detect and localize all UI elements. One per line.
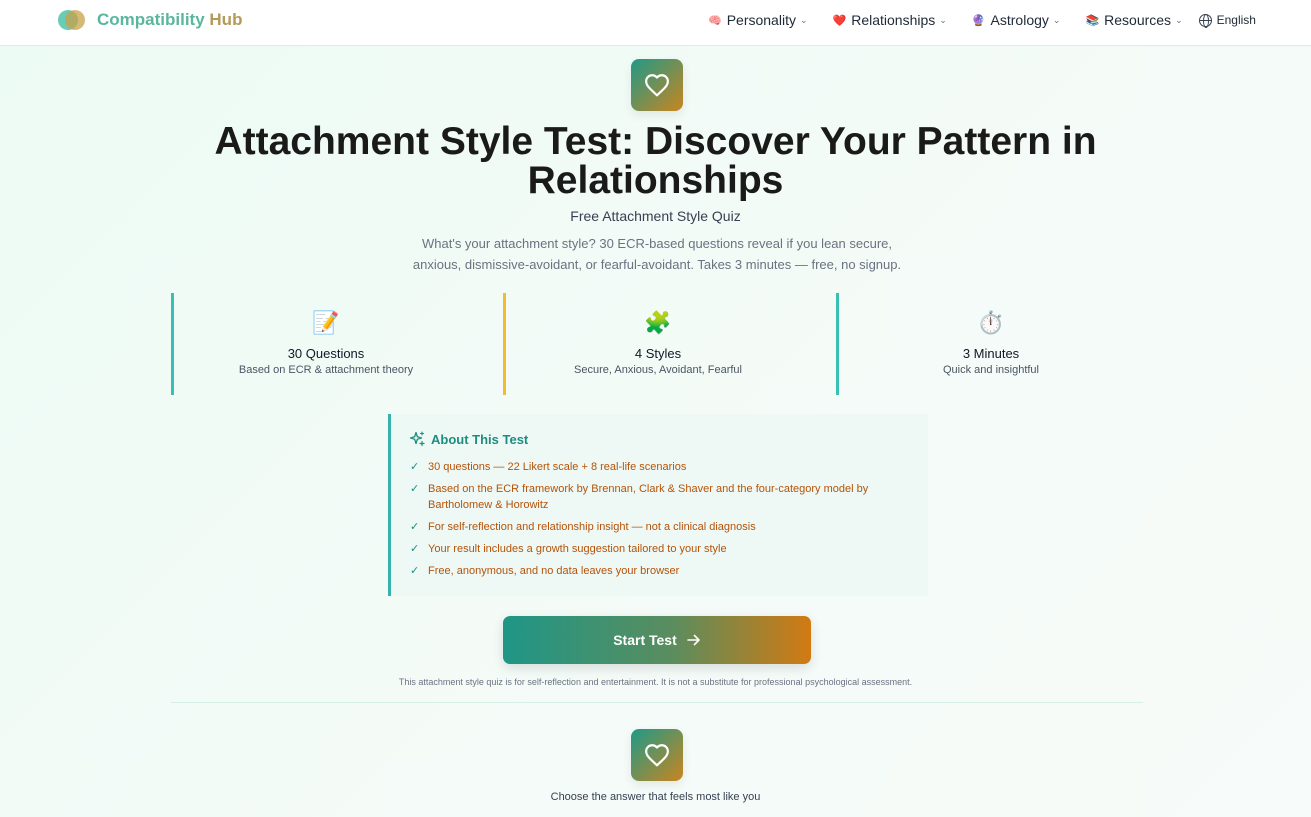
- brain-icon: 🧠: [708, 14, 722, 27]
- stat-title: 3 Minutes: [962, 346, 1020, 361]
- main-nav: 🧠 Personality ⌄ ❤️ Relationships ⌄ 🔮 Ast…: [708, 12, 1256, 28]
- page-subtitle: Free Attachment Style Quiz: [570, 208, 741, 224]
- stopwatch-icon: ⏱️: [977, 310, 1005, 335]
- heart-outline-icon: [645, 74, 669, 97]
- chevron-down-icon: ⌄: [939, 14, 947, 25]
- question-heart-icon-tile: [631, 729, 683, 781]
- nav-astrology[interactable]: 🔮 Astrology ⌄: [972, 12, 1061, 28]
- start-test-button[interactable]: Start Test: [503, 616, 811, 664]
- section-divider: [171, 702, 1143, 703]
- brand-logo-icon: [58, 10, 85, 30]
- about-test-panel: About This Test ✓ 30 questions — 22 Liker…: [388, 414, 928, 596]
- heart-icon: ❤️: [832, 14, 847, 27]
- memo-icon: 📝: [312, 310, 340, 335]
- chevron-down-icon: ⌄: [1175, 14, 1183, 25]
- check-icon: ✓: [410, 521, 420, 533]
- stat-accent-bar: [503, 293, 506, 395]
- chevron-down-icon: ⌄: [799, 14, 808, 25]
- list-item-text: Your result includes a growth suggestion…: [428, 543, 727, 555]
- list-item: ✓ For self-reflection and relationship in…: [410, 519, 910, 535]
- stat-title: 4 Styles: [634, 346, 682, 361]
- globe-icon: [1198, 13, 1212, 28]
- stat-subtitle: Based on ECR & attachment theory: [238, 364, 414, 376]
- stat-subtitle: Quick and insightful: [943, 364, 1039, 376]
- list-item: ✓ 30 questions — 22 Likert scale + 8 real…: [410, 459, 910, 475]
- question-prompt: Choose the answer that feels most like y…: [550, 791, 761, 803]
- brand-name: Compatibility Hub: [97, 10, 242, 30]
- stat-subtitle: Secure, Anxious, Avoidant, Fearful: [574, 364, 742, 376]
- nav-resources[interactable]: 📚 Resources ⌄: [1085, 12, 1182, 28]
- heart-outline-icon: [645, 744, 669, 767]
- list-item-text: Based on the ECR framework by Brennan, C…: [428, 483, 869, 511]
- arrow-right-icon: [686, 634, 700, 646]
- page-title: Attachment Style Test: Discover Your Pat…: [214, 120, 1097, 202]
- nav-personality-label: Personality: [726, 12, 796, 28]
- check-icon: ✓: [410, 543, 420, 555]
- brand-name-part2: Hub: [209, 10, 243, 29]
- puzzle-icon: 🧩: [644, 310, 672, 335]
- books-icon: 📚: [1085, 14, 1100, 27]
- stat-card-questions: 📝 30 Questions Based on ECR & attachment…: [171, 293, 481, 395]
- language-label: English: [1216, 13, 1256, 27]
- nav-relationships-label: Relationships: [851, 12, 936, 28]
- nav-relationships[interactable]: ❤️ Relationships ⌄: [833, 12, 947, 28]
- check-icon: ✓: [410, 483, 420, 495]
- stat-accent-bar: [836, 293, 839, 395]
- stat-card-styles: 🧩 4 Styles Secure, Anxious, Avoidant, Fe…: [503, 293, 813, 395]
- about-list: ✓ 30 questions — 22 Likert scale + 8 real…: [410, 459, 910, 585]
- brand-name-part1: Compatibility: [97, 10, 205, 29]
- list-item: ✓ Your result includes a growth suggestio…: [410, 541, 910, 557]
- list-item-text: Free, anonymous, and no data leaves your…: [428, 565, 680, 577]
- top-navbar: Compatibility Hub 🧠 Personality ⌄ ❤️ Rel…: [0, 0, 1311, 46]
- list-item-text: For self-reflection and relationship ins…: [428, 521, 756, 533]
- start-test-label: Start Test: [613, 632, 677, 648]
- language-selector[interactable]: English: [1198, 13, 1256, 28]
- check-icon: ✓: [410, 565, 420, 577]
- list-item: ✓ Free, anonymous, and no data leaves you…: [410, 563, 910, 579]
- sparkles-icon: [409, 431, 425, 447]
- disclaimer-text: This attachment style quiz is for self-r…: [398, 677, 913, 687]
- list-item: ✓ Based on the ECR framework by Brennan, …: [410, 481, 910, 513]
- stat-title: 30 Questions: [287, 346, 365, 361]
- chevron-down-icon: ⌄: [1052, 14, 1061, 25]
- about-header: About This Test: [409, 431, 528, 447]
- page-description: What's your attachment style? 30 ECR-bas…: [412, 236, 902, 272]
- stat-accent-bar: [171, 293, 174, 395]
- check-icon: ✓: [410, 461, 420, 473]
- heart-icon-tile: [631, 59, 683, 111]
- list-item-text: 30 questions — 22 Likert scale + 8 real-…: [428, 461, 687, 473]
- brand-logo-link[interactable]: Compatibility Hub: [58, 10, 242, 30]
- nav-resources-label: Resources: [1104, 12, 1172, 28]
- nav-personality[interactable]: 🧠 Personality ⌄: [708, 12, 808, 28]
- crystal-ball-icon: 🔮: [971, 14, 986, 27]
- stat-card-minutes: ⏱️ 3 Minutes Quick and insightful: [836, 293, 1146, 395]
- about-title: About This Test: [431, 431, 529, 447]
- nav-astrology-label: Astrology: [990, 12, 1049, 28]
